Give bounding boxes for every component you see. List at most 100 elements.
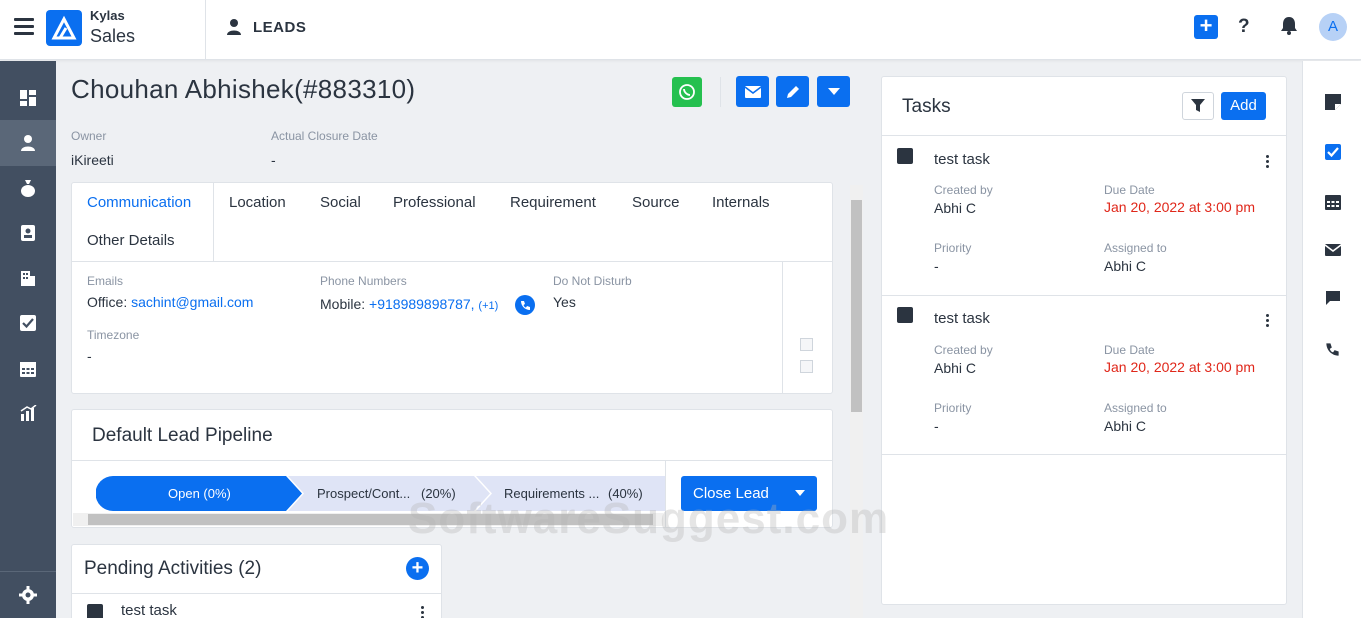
checkbox-icon: [20, 315, 36, 331]
sidebar-item-tasks[interactable]: [0, 300, 56, 346]
help-icon[interactable]: ?: [1238, 16, 1250, 38]
main-scroll-thumb[interactable]: [851, 200, 862, 412]
closure-date-label: Actual Closure Date: [271, 129, 378, 143]
email-button[interactable]: [736, 76, 769, 107]
tab-communication[interactable]: Communication: [87, 194, 191, 211]
sidebar-item-settings[interactable]: [0, 571, 56, 618]
more-actions-dropdown[interactable]: [817, 76, 850, 107]
close-lead-button[interactable]: Close Lead: [681, 476, 817, 511]
hamburger-menu-icon[interactable]: [14, 18, 34, 36]
right-rail-call[interactable]: [1303, 334, 1361, 364]
pending-task-title[interactable]: test task: [121, 602, 177, 618]
whatsapp-icon: [679, 84, 695, 100]
tab-other-details[interactable]: Other Details: [87, 232, 175, 249]
pipeline-stage-requirements-pct: (40%): [608, 486, 643, 501]
task-title[interactable]: test task: [934, 151, 990, 168]
note-icon: [1324, 94, 1341, 110]
pipeline-scroll-thumb[interactable]: [88, 514, 653, 525]
task-divider: [882, 454, 1286, 455]
dnd-value: Yes: [553, 294, 576, 310]
person-icon: [21, 135, 35, 151]
bell-icon[interactable]: [1280, 16, 1298, 40]
add-task-button[interactable]: Add: [1221, 92, 1266, 120]
actions-divider: [720, 77, 721, 107]
task-divider: [882, 295, 1286, 296]
pipeline-stage-open[interactable]: Open (0%): [168, 476, 231, 511]
task-checkbox[interactable]: [87, 604, 103, 618]
email-type: Office:: [87, 294, 132, 310]
person-icon: [226, 18, 242, 41]
email-link[interactable]: sachint@gmail.com: [131, 294, 253, 310]
next-page-arrow-icon[interactable]: [800, 360, 813, 373]
emails-label: Emails: [87, 274, 124, 288]
phone-icon: [520, 300, 530, 310]
phone-icon: [1326, 342, 1339, 356]
pipeline-stage-requirements[interactable]: Requirements ...: [504, 476, 599, 511]
sidebar-item-reports[interactable]: [0, 390, 56, 436]
kebab-menu-icon[interactable]: [1266, 155, 1270, 170]
sidebar-item-contacts[interactable]: [0, 210, 56, 256]
right-rail: [1302, 61, 1361, 618]
kebab-menu-icon[interactable]: [1266, 314, 1270, 329]
header-divider: [205, 0, 206, 60]
right-rail-email[interactable]: [1303, 235, 1361, 265]
left-sidebar: [0, 61, 56, 618]
user-avatar[interactable]: A: [1319, 13, 1347, 41]
lead-title: Chouhan Abhishek(#883310): [71, 74, 416, 104]
filter-button[interactable]: [1182, 92, 1214, 120]
tasks-header-divider: [882, 135, 1286, 136]
task-title[interactable]: test task: [934, 310, 990, 327]
right-rail-calendar[interactable]: [1303, 186, 1361, 216]
sidebar-item-companies[interactable]: [0, 255, 56, 301]
call-button[interactable]: [515, 295, 535, 315]
priority-label: Priority: [934, 401, 972, 415]
tab-requirement[interactable]: Requirement: [510, 194, 596, 211]
chevron-down-icon: [827, 87, 840, 95]
top-header: Kylas Sales LEADS + ? A: [0, 0, 1361, 60]
chevron-down-icon[interactable]: [795, 490, 805, 497]
pipeline-stage-prospect[interactable]: Prospect/Cont...: [317, 476, 410, 511]
more-phones-link[interactable]: (+1): [478, 300, 498, 312]
tab-location[interactable]: Location: [229, 194, 286, 211]
right-rail-chat[interactable]: [1303, 283, 1361, 313]
kylas-logo[interactable]: [46, 10, 82, 46]
pipeline-stage-prospect-pct: (20%): [421, 486, 456, 501]
kebab-menu-icon[interactable]: [421, 606, 425, 618]
tab-social[interactable]: Social: [320, 194, 361, 211]
created-by-label: Created by: [934, 343, 993, 357]
email-row: Office: sachint@gmail.com: [87, 294, 253, 310]
sidebar-item-deals[interactable]: [0, 165, 56, 211]
right-rail-notes[interactable]: [1303, 87, 1361, 117]
right-rail-tasks[interactable]: [1303, 137, 1361, 167]
whatsapp-button[interactable]: [672, 77, 702, 107]
add-new-button[interactable]: +: [1194, 15, 1218, 39]
due-date-value: Jan 20, 2022 at 3:00 pm: [1104, 199, 1255, 215]
closure-date-value: -: [271, 152, 276, 168]
dashboard-icon: [20, 90, 36, 106]
phone-type: Mobile:: [320, 296, 370, 312]
tab-internals[interactable]: Internals: [712, 194, 770, 211]
assigned-to-label: Assigned to: [1104, 401, 1167, 415]
task-checkbox[interactable]: [897, 307, 913, 323]
sidebar-item-calendar[interactable]: [0, 345, 56, 391]
brand-name: Kylas: [90, 8, 125, 23]
timezone-label: Timezone: [87, 328, 140, 342]
tab-source[interactable]: Source: [632, 194, 680, 211]
tabs-divider: [72, 261, 832, 262]
close-lead-label: Close Lead: [693, 485, 769, 502]
tab-professional[interactable]: Professional: [393, 194, 476, 211]
pending-divider: [72, 593, 441, 594]
details-card: [71, 182, 833, 394]
dnd-label: Do Not Disturb: [553, 274, 632, 288]
pipeline-action-divider: [665, 460, 666, 528]
sidebar-item-dashboard[interactable]: [0, 75, 56, 121]
add-activity-button[interactable]: +: [406, 557, 429, 580]
pencil-icon: [786, 85, 799, 98]
prev-page-arrow-icon[interactable]: [800, 338, 813, 351]
edit-button[interactable]: [776, 76, 809, 107]
filter-icon: [1191, 99, 1205, 112]
gear-icon: [19, 586, 37, 604]
sidebar-item-leads[interactable]: [0, 120, 56, 166]
task-checkbox[interactable]: [897, 148, 913, 164]
phone-link[interactable]: +918989898787,: [369, 296, 475, 312]
